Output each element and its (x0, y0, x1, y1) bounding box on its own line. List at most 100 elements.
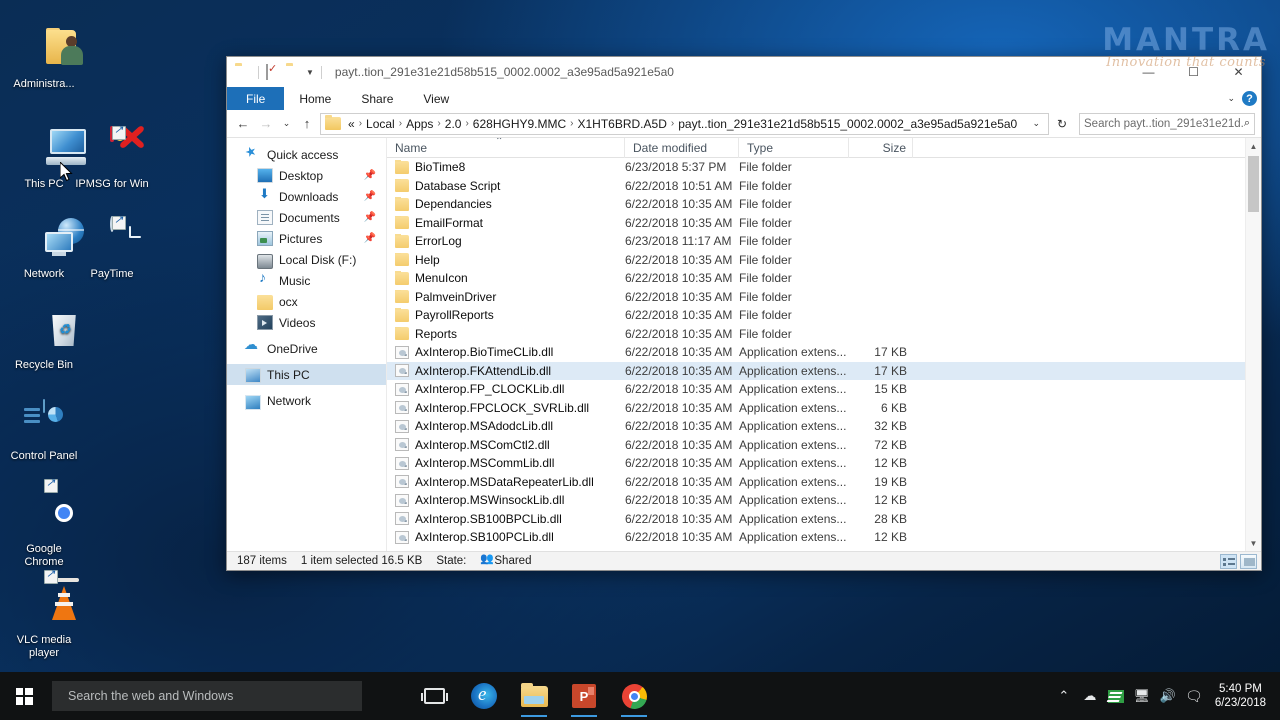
file-type-cell: Application extens... (739, 474, 847, 489)
table-row[interactable]: AxInterop.SB100PCLib.dll 6/22/2018 10:35 … (387, 528, 1261, 547)
task-view-button[interactable] (412, 672, 456, 720)
taskbar-chrome-button[interactable] (612, 672, 656, 720)
sidebar-item-desktop[interactable]: Desktop 📌 (227, 165, 386, 186)
desktop-icon-paytime[interactable]: PayTime (72, 214, 152, 281)
pin-icon[interactable]: 📌 (364, 191, 376, 202)
desktop-icon-label: Control Panel (10, 450, 78, 462)
taskbar-search-input[interactable]: Search the web and Windows (52, 681, 362, 711)
tab-view[interactable]: View (408, 87, 464, 110)
breadcrumb-item-20[interactable]: 2.0 (442, 117, 465, 131)
taskbar-file-explorer-button[interactable] (512, 672, 556, 720)
onedrive-icon[interactable]: ☁ (1077, 672, 1103, 720)
column-header-size[interactable]: Size (849, 138, 913, 158)
sidebar-item-network[interactable]: Network (227, 390, 386, 411)
up-button[interactable]: ↑ (297, 114, 317, 134)
sidebar-item-videos[interactable]: Videos (227, 312, 386, 333)
breadcrumb[interactable]: « › Local › Apps › 2.0 › 628HGHY9.MMC › … (320, 112, 1049, 135)
vertical-scrollbar[interactable]: ▲ ▼ (1245, 138, 1261, 551)
file-size-cell: 72 KB (874, 437, 907, 452)
folder-icon[interactable] (235, 65, 251, 79)
scrollbar-thumb[interactable] (1248, 156, 1259, 212)
properties-icon[interactable] (266, 64, 282, 80)
breadcrumb-dropdown-icon[interactable]: ⌄ (1026, 118, 1046, 129)
network-icon[interactable]: 🖥 (1129, 672, 1155, 720)
table-row[interactable]: AxInterop.MSCommLib.dll 6/22/2018 10:35 A… (387, 454, 1261, 473)
back-button[interactable]: ← (233, 114, 253, 134)
pin-icon[interactable]: 📌 (364, 212, 376, 223)
breadcrumb-item-mmc[interactable]: 628HGHY9.MMC (470, 117, 569, 131)
recent-locations-button[interactable]: ⌄ (279, 114, 294, 134)
breadcrumb-item-a5d[interactable]: X1HT6BRD.A5D (575, 117, 670, 131)
action-center-icon[interactable]: 🗨 (1181, 672, 1207, 720)
desktop-icon-ipmsg[interactable]: IPMSG for Win (72, 124, 152, 191)
start-button[interactable] (0, 672, 48, 720)
table-row[interactable]: Database Script 6/22/2018 10:51 AM File fo… (387, 177, 1261, 196)
table-row[interactable]: AxInterop.FKAttendLib.dll 6/22/2018 10:35… (387, 361, 1261, 380)
table-row[interactable]: PalmveinDriver 6/22/2018 10:35 AM File fol… (387, 288, 1261, 307)
forward-button[interactable]: → (256, 114, 276, 134)
taskbar-edge-button[interactable] (462, 672, 506, 720)
refresh-button[interactable]: ↻ (1052, 117, 1072, 131)
sidebar-item-local-disk-f[interactable]: Local Disk (F:) (227, 249, 386, 270)
column-header-type[interactable]: Type (739, 138, 849, 158)
table-row[interactable]: AxInterop.BioTimeCLib.dll 6/22/2018 10:35… (387, 343, 1261, 362)
expand-ribbon-icon[interactable]: ⌄ (1227, 93, 1235, 104)
large-icons-view-button[interactable] (1240, 554, 1257, 569)
sidebar-item-onedrive[interactable]: OneDrive (227, 336, 386, 359)
table-row[interactable]: Dependancies 6/22/2018 10:35 AM File folde… (387, 195, 1261, 214)
nvidia-icon[interactable] (1103, 672, 1129, 720)
tray-expand-chevron-icon[interactable]: ⌃ (1051, 672, 1077, 720)
scroll-up-arrow-icon[interactable]: ▲ (1246, 138, 1261, 154)
desktop-icon-google-chrome[interactable]: Google Chrome (4, 477, 84, 568)
taskbar-clock[interactable]: 5:40 PM 6/23/2018 (1207, 682, 1280, 710)
breadcrumb-item-apps[interactable]: Apps (403, 117, 436, 131)
sidebar-item-this-pc[interactable]: This PC (227, 364, 386, 385)
help-icon[interactable]: ? (1242, 91, 1257, 106)
scroll-down-arrow-icon[interactable]: ▼ (1246, 535, 1261, 551)
desktop-icon-control-panel[interactable]: Control Panel (4, 399, 84, 463)
breadcrumb-overflow[interactable]: « (345, 117, 358, 131)
table-row[interactable]: EmailFormat 6/22/2018 10:35 AM File folder (387, 214, 1261, 233)
volume-icon[interactable]: 🔊 (1155, 672, 1181, 720)
tab-home[interactable]: Home (284, 87, 346, 110)
tab-file[interactable]: File (227, 87, 285, 110)
details-view-button[interactable] (1220, 554, 1237, 569)
breadcrumb-item-current[interactable]: payt..tion_291e31e21d58b515_0002.0002_a3… (675, 117, 1020, 131)
sidebar-item-quick-access[interactable]: Quick access (227, 144, 386, 165)
table-row[interactable]: Help 6/22/2018 10:35 AM File folder (387, 251, 1261, 270)
tab-share[interactable]: Share (346, 87, 408, 110)
pin-icon[interactable]: 📌 (364, 170, 376, 181)
table-row[interactable]: PayrollReports 6/22/2018 10:35 AM File fol… (387, 306, 1261, 325)
table-row[interactable]: BioTime8 6/23/2018 5:37 PM File folder (387, 158, 1261, 177)
column-header-date-modified[interactable]: Date modified (625, 138, 739, 158)
table-row[interactable]: AxInterop.MSDataRepeaterLib.dll 6/22/2018… (387, 473, 1261, 492)
table-row[interactable]: MenuIcon 6/22/2018 10:35 AM File folder (387, 269, 1261, 288)
table-row[interactable]: AxInterop.FP_CLOCKLib.dll 6/22/2018 10:35… (387, 380, 1261, 399)
table-row[interactable]: ErrorLog 6/23/2018 11:17 AM File folder (387, 232, 1261, 251)
pin-icon[interactable]: 📌 (364, 233, 376, 244)
close-button[interactable]: ✕ (1216, 57, 1261, 87)
maximize-button[interactable]: ☐ (1171, 57, 1216, 87)
table-row[interactable]: AxInterop.MSComCtl2.dll 6/22/2018 10:35 A… (387, 436, 1261, 455)
search-input[interactable]: Search payt..tion_291e31e21d... ⌕ (1079, 112, 1255, 135)
chevron-down-icon[interactable]: ▼ (306, 68, 314, 77)
column-header-name[interactable]: Name ⌃ (387, 138, 625, 158)
taskbar-powerpoint-button[interactable]: P (562, 672, 606, 720)
desktop-icon-recycle-bin[interactable]: ♻ Recycle Bin (4, 309, 84, 372)
desktop-icon-administrator[interactable]: Administra... (4, 28, 84, 91)
table-row[interactable]: Reports 6/22/2018 10:35 AM File folder (387, 325, 1261, 344)
desktop-icon-vlc[interactable]: VLC media player (4, 568, 84, 659)
minimize-button[interactable]: — (1126, 57, 1171, 87)
sidebar-item-music[interactable]: Music (227, 269, 386, 291)
table-row[interactable]: AxInterop.FPCLOCK_SVRLib.dll 6/22/2018 10… (387, 399, 1261, 418)
sidebar-item-pictures[interactable]: Pictures 📌 (227, 228, 386, 249)
breadcrumb-item-local[interactable]: Local (363, 117, 398, 131)
sidebar-item-documents[interactable]: Documents 📌 (227, 207, 386, 228)
table-row[interactable]: AxInterop.SB100BPCLib.dll 6/22/2018 10:35… (387, 510, 1261, 529)
sidebar-item-ocx[interactable]: ocx (227, 291, 386, 312)
table-row[interactable]: AxInterop.MSWinsockLib.dll 6/22/2018 10:3… (387, 491, 1261, 510)
new-folder-icon[interactable] (286, 65, 302, 79)
table-row[interactable]: AxInterop.MSAdodcLib.dll 6/22/2018 10:35 … (387, 417, 1261, 436)
sidebar-item-downloads[interactable]: Downloads 📌 (227, 186, 386, 207)
file-name-cell: PalmveinDriver (387, 289, 625, 304)
